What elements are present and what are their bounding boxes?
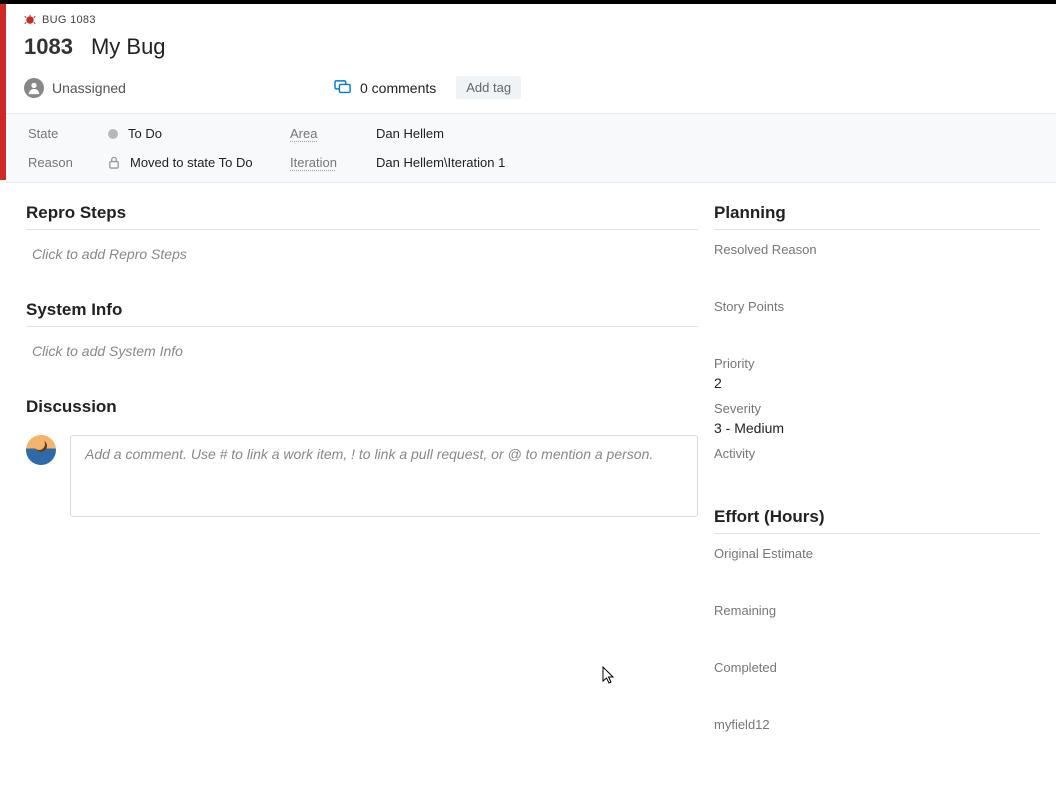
story-points-field[interactable] [714, 318, 1040, 336]
fields-band: State To Do Area Dan Hellem Reason Moved… [6, 113, 1056, 183]
system-info-input[interactable]: Click to add System Info [26, 339, 698, 383]
story-points-label: Story Points [714, 299, 1040, 314]
discussion-icon [334, 80, 352, 96]
avatar [26, 435, 56, 465]
person-icon [24, 78, 44, 98]
breadcrumb: BUG 1083 [6, 4, 1056, 28]
original-estimate-label: Original Estimate [714, 546, 1040, 561]
custom-field-label: myfield12 [714, 717, 1040, 732]
title-row: 1083 My Bug [6, 28, 1056, 76]
right-column: Planning Resolved Reason Story Points Pr… [714, 203, 1040, 754]
reason-picker[interactable]: Moved to state To Do [108, 155, 278, 170]
type-color-bar [0, 4, 6, 180]
comments-link[interactable]: 0 comments [334, 80, 436, 96]
state-value: To Do [128, 126, 162, 141]
custom-field[interactable] [714, 736, 1040, 754]
lock-icon [108, 156, 120, 169]
severity-field[interactable]: 3 - Medium [714, 420, 1040, 438]
planning-heading: Planning [714, 203, 1040, 230]
area-label: Area [290, 126, 364, 141]
meta-row: Unassigned 0 comments Add tag [6, 76, 1056, 113]
work-item-title[interactable]: My Bug [91, 34, 166, 60]
reason-value: Moved to state To Do [130, 155, 253, 170]
state-dot-icon [108, 129, 118, 139]
resolved-reason-field[interactable] [714, 261, 1040, 279]
system-info-heading: System Info [26, 300, 698, 327]
state-picker[interactable]: To Do [108, 126, 278, 141]
priority-label: Priority [714, 356, 1040, 371]
comments-count: 0 comments [360, 80, 436, 96]
remaining-field[interactable] [714, 622, 1040, 640]
left-column: Repro Steps Click to add Repro Steps Sys… [26, 203, 698, 754]
effort-heading: Effort (Hours) [714, 507, 1040, 534]
assignee-picker[interactable]: Unassigned [24, 78, 324, 98]
original-estimate-field[interactable] [714, 565, 1040, 583]
repro-steps-heading: Repro Steps [26, 203, 698, 230]
content-area: Repro Steps Click to add Repro Steps Sys… [6, 183, 1056, 774]
state-label: State [28, 126, 96, 141]
bug-icon [24, 14, 36, 26]
repro-steps-input[interactable]: Click to add Repro Steps [26, 242, 698, 286]
activity-label: Activity [714, 446, 1040, 461]
discussion-heading: Discussion [26, 397, 698, 423]
remaining-label: Remaining [714, 603, 1040, 618]
priority-field[interactable]: 2 [714, 375, 1040, 393]
assignee-label: Unassigned [52, 80, 126, 96]
reason-label: Reason [28, 155, 96, 170]
area-picker[interactable]: Dan Hellem [376, 126, 1052, 141]
discussion-row: Add a comment. Use # to link a work item… [26, 435, 698, 517]
activity-field[interactable] [714, 465, 1040, 483]
completed-label: Completed [714, 660, 1040, 675]
resolved-reason-label: Resolved Reason [714, 242, 1040, 257]
completed-field[interactable] [714, 679, 1040, 697]
add-tag-button[interactable]: Add tag [456, 76, 521, 99]
iteration-label: Iteration [290, 155, 364, 170]
work-item-id: 1083 [24, 34, 73, 60]
severity-label: Severity [714, 401, 1040, 416]
comment-input[interactable]: Add a comment. Use # to link a work item… [70, 435, 698, 517]
iteration-picker[interactable]: Dan Hellem\Iteration 1 [376, 155, 1052, 170]
work-item-form: BUG 1083 1083 My Bug Unassigned 0 commen… [0, 0, 1056, 796]
breadcrumb-text: BUG 1083 [42, 14, 96, 26]
